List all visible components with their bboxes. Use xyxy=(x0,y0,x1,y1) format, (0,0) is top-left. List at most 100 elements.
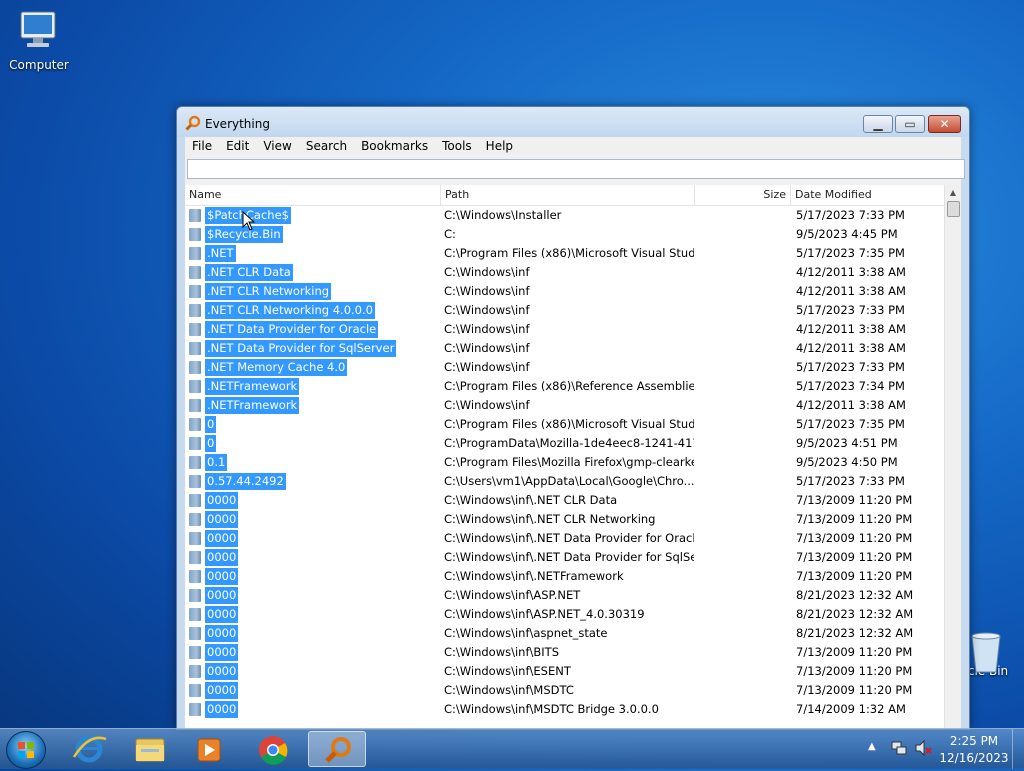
column-path[interactable]: Path xyxy=(441,185,695,205)
result-row[interactable]: .NET CLR Networking C:\Windows\inf 4/12/20… xyxy=(185,282,945,301)
folder-icon xyxy=(189,665,201,678)
result-row[interactable]: 0 C:\ProgramData\Mozilla-1de4eec8-1241-41… xyxy=(185,434,945,453)
result-row[interactable]: $Recycle.Bin C: 9/5/2023 4:45 PM xyxy=(185,225,945,244)
result-row[interactable]: .NETFramework C:\Windows\inf 4/12/2011 3:3… xyxy=(185,396,945,415)
file-name: .NET CLR Networking xyxy=(205,283,332,300)
minimize-icon: ▁ xyxy=(873,117,883,131)
result-row[interactable]: 0000 C:\Windows\inf\BITS 7/13/2009 11:20 P… xyxy=(185,643,945,662)
menu-help[interactable]: Help xyxy=(479,137,520,156)
clock-time[interactable]: 2:25 PM xyxy=(929,734,1019,748)
taskbar-internet-explorer[interactable] xyxy=(62,731,116,767)
column-date-modified[interactable]: Date Modified xyxy=(791,185,945,205)
taskbar-media-player[interactable] xyxy=(182,731,236,767)
date-cell: 4/12/2011 3:38 AM xyxy=(796,322,906,336)
result-row[interactable]: 0 C:\Program Files (x86)\Microsoft Visual… xyxy=(185,415,945,434)
path-cell: C:\Windows\inf\aspnet_state xyxy=(444,626,608,640)
column-size[interactable]: Size xyxy=(695,185,791,205)
file-name: 0.1 xyxy=(205,454,228,471)
result-row[interactable]: .NET CLR Data C:\Windows\inf 4/12/2011 3:3… xyxy=(185,263,945,282)
result-row[interactable]: 0000 C:\Windows\inf\ASP.NET_4.0.30319 8/21… xyxy=(185,605,945,624)
result-row[interactable]: .NET Data Provider for SqlServer C:\Windo… xyxy=(185,339,945,358)
folder-icon xyxy=(189,551,201,564)
minimize-button[interactable]: ▁ xyxy=(863,115,893,133)
result-row[interactable]: 0000 C:\Windows\inf\MSDTC Bridge 3.0.0.0 7… xyxy=(185,700,945,719)
path-cell: C:\Windows\inf xyxy=(444,284,530,298)
name-cell: .NET Memory Cache 4.0 xyxy=(187,358,441,377)
network-icon[interactable] xyxy=(890,739,908,760)
column-name[interactable]: Name xyxy=(185,185,441,205)
search-input[interactable] xyxy=(187,159,965,179)
file-name: 0000 xyxy=(205,587,239,604)
result-row[interactable]: 0000 C:\Windows\inf\ESENT 7/13/2009 11:20 … xyxy=(185,662,945,681)
result-row[interactable]: 0000 C:\Windows\inf\MSDTC 7/13/2009 11:20 … xyxy=(185,681,945,700)
folder-icon xyxy=(189,570,201,583)
name-cell: 0000 xyxy=(187,529,441,548)
menu-file[interactable]: File xyxy=(185,137,219,156)
maximize-button[interactable]: ▭ xyxy=(895,115,925,133)
start-button[interactable] xyxy=(6,731,46,769)
taskbar-chrome[interactable] xyxy=(246,731,300,767)
result-row[interactable]: $PatchCache$ C:\Windows\Installer 5/17/202… xyxy=(185,206,945,225)
name-cell: 0 xyxy=(187,415,441,434)
path-cell: C:\Windows\inf\.NETFramework xyxy=(444,569,624,583)
menu-bookmarks[interactable]: Bookmarks xyxy=(354,137,435,156)
result-row[interactable]: .NETFramework C:\Program Files (x86)\Refe… xyxy=(185,377,945,396)
scroll-up-icon[interactable]: ▲ xyxy=(945,185,961,201)
result-row[interactable]: 0000 C:\Windows\inf\.NET Data Provider fo… xyxy=(185,548,945,567)
taskbar-file-explorer[interactable] xyxy=(122,731,176,767)
date-cell: 5/17/2023 7:33 PM xyxy=(796,360,905,374)
folder-icon xyxy=(189,399,201,412)
name-cell: 0000 xyxy=(187,700,441,719)
menu-search[interactable]: Search xyxy=(299,137,354,156)
result-row[interactable]: 0000 C:\Windows\inf\ASP.NET 8/21/2023 12:3… xyxy=(185,586,945,605)
result-row[interactable]: .NET C:\Program Files (x86)\Microsoft Vis… xyxy=(185,244,945,263)
show-desktop-button[interactable] xyxy=(1012,729,1024,769)
result-row[interactable]: 0000 C:\Windows\inf\.NET CLR Networking 7/… xyxy=(185,510,945,529)
result-row[interactable]: 0000 C:\Windows\inf\.NET CLR Data 7/13/200… xyxy=(185,491,945,510)
tray-chevron-icon[interactable]: ▲ xyxy=(868,741,876,752)
taskbar-everything[interactable] xyxy=(308,731,366,767)
clock-date[interactable]: 12/16/2023 xyxy=(929,751,1019,765)
path-cell: C:\Windows\inf\ASP.NET_4.0.30319 xyxy=(444,607,645,621)
menu-tools[interactable]: Tools xyxy=(435,137,479,156)
name-cell: 0000 xyxy=(187,605,441,624)
result-row[interactable]: .NET CLR Networking 4.0.0.0 C:\Windows\in… xyxy=(185,301,945,320)
menu-edit[interactable]: Edit xyxy=(219,137,256,156)
title-bar[interactable]: Everything ▁ ▭ ✕ xyxy=(177,107,969,137)
result-row[interactable]: .NET Memory Cache 4.0 C:\Windows\inf 5/17/… xyxy=(185,358,945,377)
name-cell: 0 xyxy=(187,434,441,453)
result-row[interactable]: 0.57.44.2492 C:\Users\vm1\AppData\Local\G… xyxy=(185,472,945,491)
name-cell: 0000 xyxy=(187,586,441,605)
file-name: 0000 xyxy=(205,606,239,623)
folder-icon xyxy=(189,684,201,697)
result-row[interactable]: 0000 C:\Windows\inf\.NET Data Provider fo… xyxy=(185,529,945,548)
menu-view[interactable]: View xyxy=(256,137,298,156)
path-cell: C:\Windows\Installer xyxy=(444,208,562,222)
name-cell: .NETFramework xyxy=(187,377,441,396)
folder-icon xyxy=(189,323,201,336)
date-cell: 7/13/2009 11:20 PM xyxy=(796,664,913,678)
taskbar: ▲ 2:25 PM 12/16/2023 xyxy=(0,728,1024,769)
name-cell: .NET CLR Data xyxy=(187,263,441,282)
scroll-thumb[interactable] xyxy=(947,201,960,217)
desktop-icon-computer[interactable]: Computer xyxy=(3,8,75,72)
date-cell: 8/21/2023 12:32 AM xyxy=(796,626,914,640)
date-cell: 5/17/2023 7:34 PM xyxy=(796,379,905,393)
file-name: 0 xyxy=(205,416,217,433)
everything-window: Everything ▁ ▭ ✕ File Edit View Search Bookm… xyxy=(176,106,970,730)
vertical-scrollbar[interactable]: ▲ xyxy=(944,185,961,729)
name-cell: 0000 xyxy=(187,491,441,510)
name-cell: 0000 xyxy=(187,548,441,567)
result-row[interactable]: 0000 C:\Windows\inf\aspnet_state 8/21/2023… xyxy=(185,624,945,643)
folder-icon xyxy=(189,608,201,621)
result-row[interactable]: 0.1 C:\Program Files\Mozilla Firefox\gmp-… xyxy=(185,453,945,472)
search-bar xyxy=(185,157,965,187)
folder-icon xyxy=(189,380,201,393)
date-cell: 8/21/2023 12:32 AM xyxy=(796,607,914,621)
name-cell: 0000 xyxy=(187,567,441,586)
result-row[interactable]: .NET Data Provider for Oracle C:\Windows\… xyxy=(185,320,945,339)
close-button[interactable]: ✕ xyxy=(928,115,961,133)
folder-icon xyxy=(189,266,201,279)
file-name: 0000 xyxy=(205,644,239,661)
result-row[interactable]: 0000 C:\Windows\inf\.NETFramework 7/13/200… xyxy=(185,567,945,586)
